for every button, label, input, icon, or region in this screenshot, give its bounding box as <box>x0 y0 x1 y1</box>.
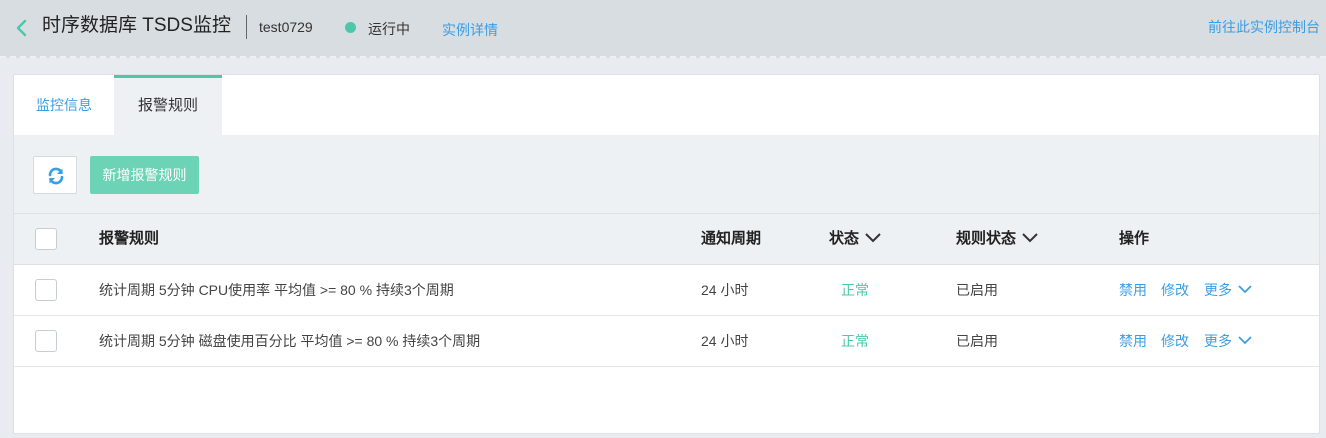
column-header-rule-state-label: 规则状态 <box>956 230 1017 247</box>
status-badge: 正常 <box>841 282 869 298</box>
back-arrow-icon[interactable] <box>14 19 30 37</box>
page-title: 时序数据库 TSDS监控 <box>42 15 231 36</box>
tab-bar: 监控信息 报警规则 <box>14 75 1319 135</box>
main-card: 监控信息 报警规则 新增报警规则 报警规则 通知周期 状态 规则状态 操作 统计… <box>13 74 1320 434</box>
edit-link[interactable]: 修改 <box>1161 316 1189 366</box>
status-dot-icon <box>345 22 356 33</box>
column-header-rule-state[interactable]: 规则状态 <box>956 214 1038 264</box>
instance-name: test0729 <box>259 19 313 35</box>
rule-state: 已启用 <box>956 333 998 349</box>
column-header-state-label: 状态 <box>829 230 860 247</box>
rule-description: 统计周期 5分钟 磁盘使用百分比 平均值 >= 80 % 持续3个周期 <box>99 333 481 349</box>
select-all-checkbox[interactable] <box>35 228 57 250</box>
add-alarm-rule-button[interactable]: 新增报警规则 <box>90 156 199 194</box>
column-header-period: 通知周期 <box>701 230 762 247</box>
table-row: 统计周期 5分钟 磁盘使用百分比 平均值 >= 80 % 持续3个周期 24 小… <box>14 316 1319 367</box>
instance-detail-link[interactable]: 实例详情 <box>442 20 498 40</box>
edit-link[interactable]: 修改 <box>1161 265 1189 315</box>
rule-description: 统计周期 5分钟 CPU使用率 平均值 >= 80 % 持续3个周期 <box>99 282 454 298</box>
table-row: 统计周期 5分钟 CPU使用率 平均值 >= 80 % 持续3个周期 24 小时… <box>14 265 1319 316</box>
rule-state: 已启用 <box>956 282 998 298</box>
chevron-down-icon <box>1238 285 1252 294</box>
row-checkbox[interactable] <box>35 279 57 301</box>
top-bar: 时序数据库 TSDS监控 test0729 运行中 实例详情 前往此实例控制台 <box>0 0 1326 58</box>
chevron-down-icon <box>1022 232 1038 242</box>
column-header-state[interactable]: 状态 <box>829 214 881 264</box>
notify-period: 24 小时 <box>701 282 749 298</box>
status-text: 运行中 <box>368 21 410 37</box>
more-label: 更多 <box>1204 333 1232 349</box>
title-divider <box>246 15 247 39</box>
column-header-rule: 报警规则 <box>99 230 160 247</box>
column-header-ops: 操作 <box>1119 230 1150 247</box>
row-checkbox[interactable] <box>35 330 57 352</box>
more-dropdown[interactable]: 更多 <box>1204 316 1252 366</box>
more-label: 更多 <box>1204 282 1232 298</box>
refresh-button[interactable] <box>33 156 77 194</box>
toolbar: 新增报警规则 <box>14 135 1319 213</box>
disable-link[interactable]: 禁用 <box>1119 265 1147 315</box>
chevron-down-icon <box>865 232 881 242</box>
console-link[interactable]: 前往此实例控制台 <box>1208 17 1320 37</box>
alarm-rules-table: 报警规则 通知周期 状态 规则状态 操作 统计周期 5分钟 CPU使用率 平均值… <box>14 213 1319 367</box>
more-dropdown[interactable]: 更多 <box>1204 265 1252 315</box>
chevron-down-icon <box>1238 336 1252 345</box>
status-badge: 正常 <box>841 333 869 349</box>
disable-link[interactable]: 禁用 <box>1119 316 1147 366</box>
tab-monitor-info[interactable]: 监控信息 <box>14 75 114 135</box>
table-header: 报警规则 通知周期 状态 规则状态 操作 <box>14 213 1319 265</box>
notify-period: 24 小时 <box>701 333 749 349</box>
refresh-icon <box>48 167 64 185</box>
tab-alarm-rules[interactable]: 报警规则 <box>114 75 222 135</box>
